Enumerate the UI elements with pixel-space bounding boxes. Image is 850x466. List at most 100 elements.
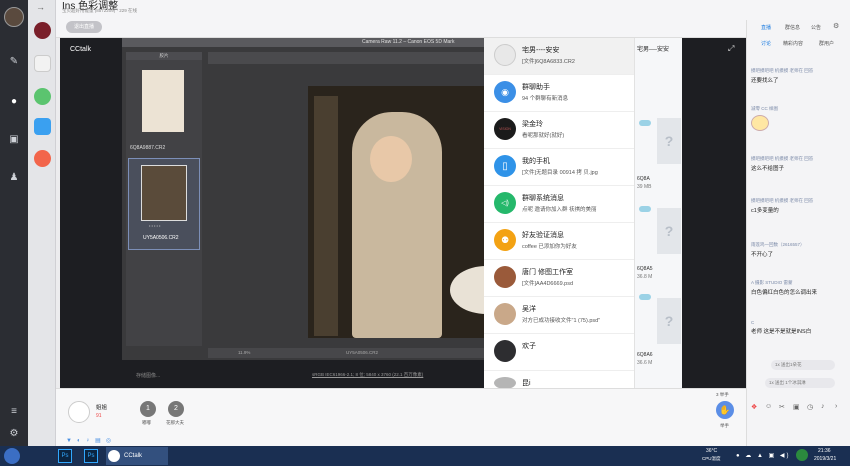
photo-face: [370, 136, 412, 182]
exit-live-button[interactable]: 退出直播: [66, 21, 102, 33]
start-button[interactable]: [4, 448, 20, 464]
conversation-item[interactable]: ⚉ 好友验证消息 coffee 已添加你为好友: [484, 223, 634, 260]
thumb-2-selected[interactable]: • • • • • UY5A0506.CR2: [128, 158, 200, 250]
user-avatar[interactable]: [4, 7, 24, 27]
group-icon-green[interactable]: [34, 88, 51, 105]
thumb-1[interactable]: [142, 70, 184, 132]
avatar: [494, 340, 516, 362]
media-controls[interactable]: ▼◐♀▤◎: [66, 437, 116, 444]
message-meta: 雨莲鸡一回数（2616557）: [751, 242, 805, 247]
tab-group-info[interactable]: 群信息: [785, 24, 800, 31]
conversation-item[interactable]: 吴洋 对方已成功接收文件"1 (75).psd": [484, 297, 634, 334]
back-arrow-icon[interactable]: →: [36, 2, 45, 12]
weather-temp: 36°C: [706, 448, 718, 454]
fullscreen-icon[interactable]: ⤢: [728, 44, 734, 54]
user-avatar-1[interactable]: 1: [140, 401, 156, 417]
conversation-item[interactable]: ▯ 我的手机 [文件]无题目录 00914 拷 贝.jpg: [484, 149, 634, 186]
thumb-2-rating[interactable]: • • • • •: [149, 223, 160, 228]
clock-date: 2019/3/21: [814, 456, 837, 462]
avatar: [494, 266, 516, 288]
taskbar-app-ps[interactable]: Ps: [84, 449, 98, 463]
file-preview[interactable]: ?: [657, 118, 681, 164]
conversation-name: 昆i: [522, 380, 531, 387]
conversation-list: 宅男----安安 [文件]6Q8A6833.CR2 ◉ 群聊助手 94 个群聊有…: [484, 38, 634, 389]
menu-icon[interactable]: ≡: [5, 402, 23, 420]
raise-hand-count: 3 举手: [716, 392, 729, 397]
gift-notice: 1x 送出1朵花: [771, 360, 835, 370]
file-preview[interactable]: ?: [657, 208, 681, 254]
message-text: 这么不给图子: [751, 166, 785, 172]
bell-icon[interactable]: ♪: [821, 403, 825, 410]
conversation-item[interactable]: ◉ 群聊助手 94 个群聊有新消息: [484, 75, 634, 112]
discover-icon[interactable]: ✎: [5, 52, 23, 70]
user-avatar-2[interactable]: 2: [168, 401, 184, 417]
group-list: →: [28, 0, 56, 446]
thumb-2-name: UY5A0506.CR2: [143, 235, 179, 241]
zoom-level[interactable]: 11.9%: [238, 350, 250, 355]
subtab-highlights[interactable]: 精彩内容: [783, 40, 803, 47]
message-meta: A 摄影 STUDIO 雷蒙: [751, 280, 793, 285]
workflow-info-link[interactable]: sRGB IEC61966-2.1; 8 位; 5840 x 3760 (22.…: [312, 372, 423, 378]
room-subtitle: 宝贝超好用能量 (8572209) · 229 在线: [62, 8, 138, 13]
conversation-preview: 对方已成功接收文件"1 (75).psd": [522, 318, 601, 324]
host-fans: 91: [96, 413, 102, 419]
conversation-name: 我的手机: [522, 158, 550, 165]
sticker-icon: [751, 115, 769, 131]
gift-notice: 1x 送出 1个冰淇淋: [765, 378, 835, 388]
conversation-preview: coffee 已添加你为好友: [522, 244, 577, 250]
group-icon-red[interactable]: [34, 150, 51, 167]
chat-icon[interactable]: ●: [5, 92, 23, 110]
gift-icon[interactable]: ❖: [751, 403, 757, 411]
conversation-item[interactable]: 昆i: [484, 371, 634, 389]
message-meta: 摸吧摸吧吧 机摸摸 老师在 回答: [751, 156, 814, 161]
chat-message: 摸吧摸吧吧 机摸摸 老师在 回答 c1多变量的: [751, 198, 847, 214]
subtab-members[interactable]: 群用户: [819, 40, 834, 47]
settings-icon[interactable]: ⚙: [5, 424, 23, 442]
chat-window: 宅男----安安 ? 6Q8A 39 MB ? 6Q8A5 36.8 M ? 6…: [634, 38, 682, 388]
conversation-preview: 看呢那就好(就好): [522, 133, 565, 139]
taskbar-app-ps[interactable]: Ps: [58, 449, 72, 463]
message-meta: 减零 CC 样图: [751, 106, 778, 111]
thumb-1-name: 6Q8A9887.CR2: [130, 145, 166, 151]
group-icon-ins[interactable]: [34, 22, 51, 39]
subtab-discussion[interactable]: 讨论: [761, 40, 771, 47]
conversation-item[interactable]: 欢子: [484, 334, 634, 371]
image-icon[interactable]: ▣: [793, 403, 800, 411]
emoji-icon[interactable]: ☺: [765, 403, 772, 410]
message-meta: C: [751, 320, 755, 325]
cctalk-icon: [108, 450, 120, 462]
tray-icon-green[interactable]: [796, 449, 808, 461]
arrow-right-icon[interactable]: ›: [835, 403, 837, 410]
scissors-icon[interactable]: ✂: [779, 403, 785, 411]
file-size: 36.8 M: [637, 274, 653, 280]
conversation-name: 群聊系统消息: [522, 195, 564, 202]
conversation-item[interactable]: 唐门 修图工作室 [文件]AA4D6669.psd: [484, 260, 634, 297]
settings-gear-icon[interactable]: ⚙: [833, 22, 839, 30]
group-icon-cake[interactable]: [34, 55, 51, 72]
group-icon-blue[interactable]: [34, 118, 51, 135]
ps-titlebar: Camera Raw 11.2 – Canon EOS 5D Mark: [122, 38, 546, 47]
file-name: 6Q8A6: [637, 352, 653, 358]
file-size: 39 MB: [637, 184, 652, 190]
conversation-item[interactable]: VISION 梁金玲 看呢那就好(就好): [484, 112, 634, 149]
clock-icon[interactable]: ◷: [807, 403, 813, 411]
calendar-icon[interactable]: ▣: [5, 130, 23, 148]
conversation-preview: [文件]6Q8A6833.CR2: [522, 59, 575, 65]
host-avatar[interactable]: [68, 401, 90, 423]
tab-live[interactable]: 直播: [761, 24, 771, 31]
tray-icons[interactable]: ● ☁ ▲ ▣ ◀): [736, 452, 791, 459]
file-size: 36.6 M: [637, 360, 653, 366]
file-preview[interactable]: ?: [657, 298, 681, 344]
message-text: 还要找么了: [751, 78, 779, 84]
friend-verify-icon: ⚉: [494, 229, 516, 251]
avatar: [494, 44, 516, 66]
chat-message: 雨莲鸡一回数（2616557） 不开心了: [751, 242, 847, 258]
contacts-icon[interactable]: ♟: [5, 168, 23, 186]
save-image-button[interactable]: 存储图像...: [136, 372, 160, 379]
message-text: c1多变量的: [751, 208, 779, 214]
raise-hand-icon[interactable]: ✋: [716, 401, 734, 419]
conversation-item[interactable]: 宅男----安安 [文件]6Q8A6833.CR2: [484, 38, 634, 75]
conversation-item[interactable]: ◁) 群聊系统消息 点呢 邀请你加入群 祆祺的美丽: [484, 186, 634, 223]
discussion-panel: 直播 群信息 公告 ⚙ 讨论 精彩内容 群用户 摸吧摸吧吧 机摸摸 老师在 回答…: [746, 20, 850, 446]
tab-notice[interactable]: 公告: [811, 24, 821, 31]
